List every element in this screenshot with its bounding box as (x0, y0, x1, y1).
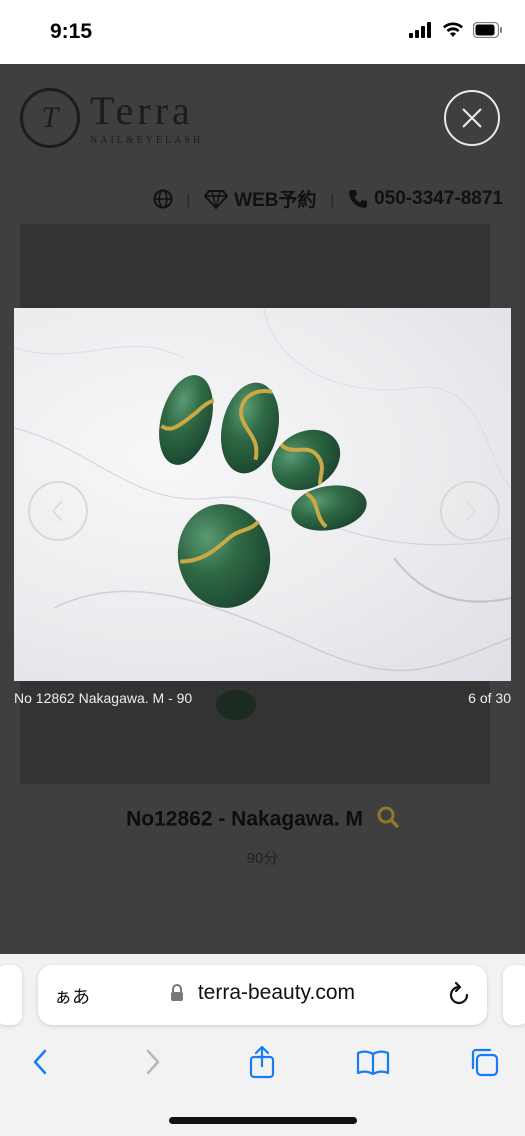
close-icon (462, 108, 482, 128)
site-logo[interactable]: T Terra NAIL&EYELASH (20, 88, 203, 148)
next-tab-peek[interactable] (503, 965, 525, 1025)
back-button[interactable] (20, 1042, 60, 1082)
phone-link[interactable]: 050-3347-8871 (348, 188, 503, 210)
lightbox-close-button[interactable] (444, 90, 500, 146)
cellular-signal-icon (409, 22, 431, 38)
logo-text: Terra (90, 87, 194, 133)
share-button[interactable] (242, 1042, 282, 1082)
chevron-right-icon (465, 500, 477, 522)
search-icon (377, 806, 399, 828)
logo-subtext: NAIL&EYELASH (90, 134, 204, 146)
status-time: 9:15 (50, 20, 93, 43)
safari-bottom-bar: ぁあ terra-beauty.com (0, 954, 525, 1136)
forward-button[interactable] (133, 1042, 173, 1082)
item-duration: 90分 (246, 850, 279, 867)
share-icon (249, 1045, 275, 1079)
lightbox-counter: 6 of 30 (468, 690, 511, 706)
nav-separator: | (330, 190, 335, 207)
top-navigation: | WEB予約 | 050-3347-8871 (153, 185, 503, 212)
tabs-button[interactable] (464, 1042, 504, 1082)
reload-icon (449, 981, 469, 1005)
lightbox-prev-button[interactable] (28, 481, 88, 541)
wifi-icon (443, 22, 463, 37)
url-text: terra-beauty.com (197, 981, 355, 1004)
lightbox-next-button[interactable] (440, 481, 500, 541)
web-booking-label: WEB予約 (234, 190, 317, 211)
phone-icon (349, 189, 368, 208)
dimmed-image-fragment (216, 690, 256, 720)
phone-number: 050-3347-8871 (374, 187, 503, 209)
previous-tab-peek[interactable] (0, 965, 22, 1025)
tabs-icon (471, 1048, 499, 1077)
reload-button[interactable] (447, 981, 471, 1012)
chevron-right-icon (146, 1049, 160, 1075)
chevron-left-icon (33, 1049, 47, 1075)
book-icon (356, 1050, 390, 1075)
url-display[interactable]: terra-beauty.com (38, 981, 487, 1005)
home-indicator[interactable] (169, 1117, 357, 1124)
lightbox-caption: No 12862 Nakagawa. M - 90 (14, 690, 193, 706)
status-bar: 9:15 (0, 0, 525, 64)
browser-toolbar (0, 1042, 525, 1082)
nav-separator: | (186, 190, 191, 207)
lightbox-image (14, 308, 511, 681)
battery-icon (473, 22, 502, 38)
globe-icon (153, 189, 172, 208)
logo-mark-icon: T (20, 88, 80, 148)
web-booking-link[interactable]: WEB予約 (204, 185, 316, 212)
item-title: No12862 - Nakagawa. M (0, 806, 525, 834)
lock-icon (170, 984, 183, 1002)
zoom-search-button[interactable] (377, 806, 399, 834)
nail-art-photo (14, 308, 511, 672)
bookmarks-button[interactable] (353, 1042, 393, 1082)
status-icons (409, 22, 503, 38)
address-bar[interactable]: ぁあ terra-beauty.com (38, 965, 487, 1025)
language-link[interactable] (153, 189, 173, 209)
chevron-left-icon (51, 500, 63, 522)
item-title-text: No12862 - Nakagawa. M (126, 807, 364, 831)
diamond-icon (204, 189, 229, 209)
